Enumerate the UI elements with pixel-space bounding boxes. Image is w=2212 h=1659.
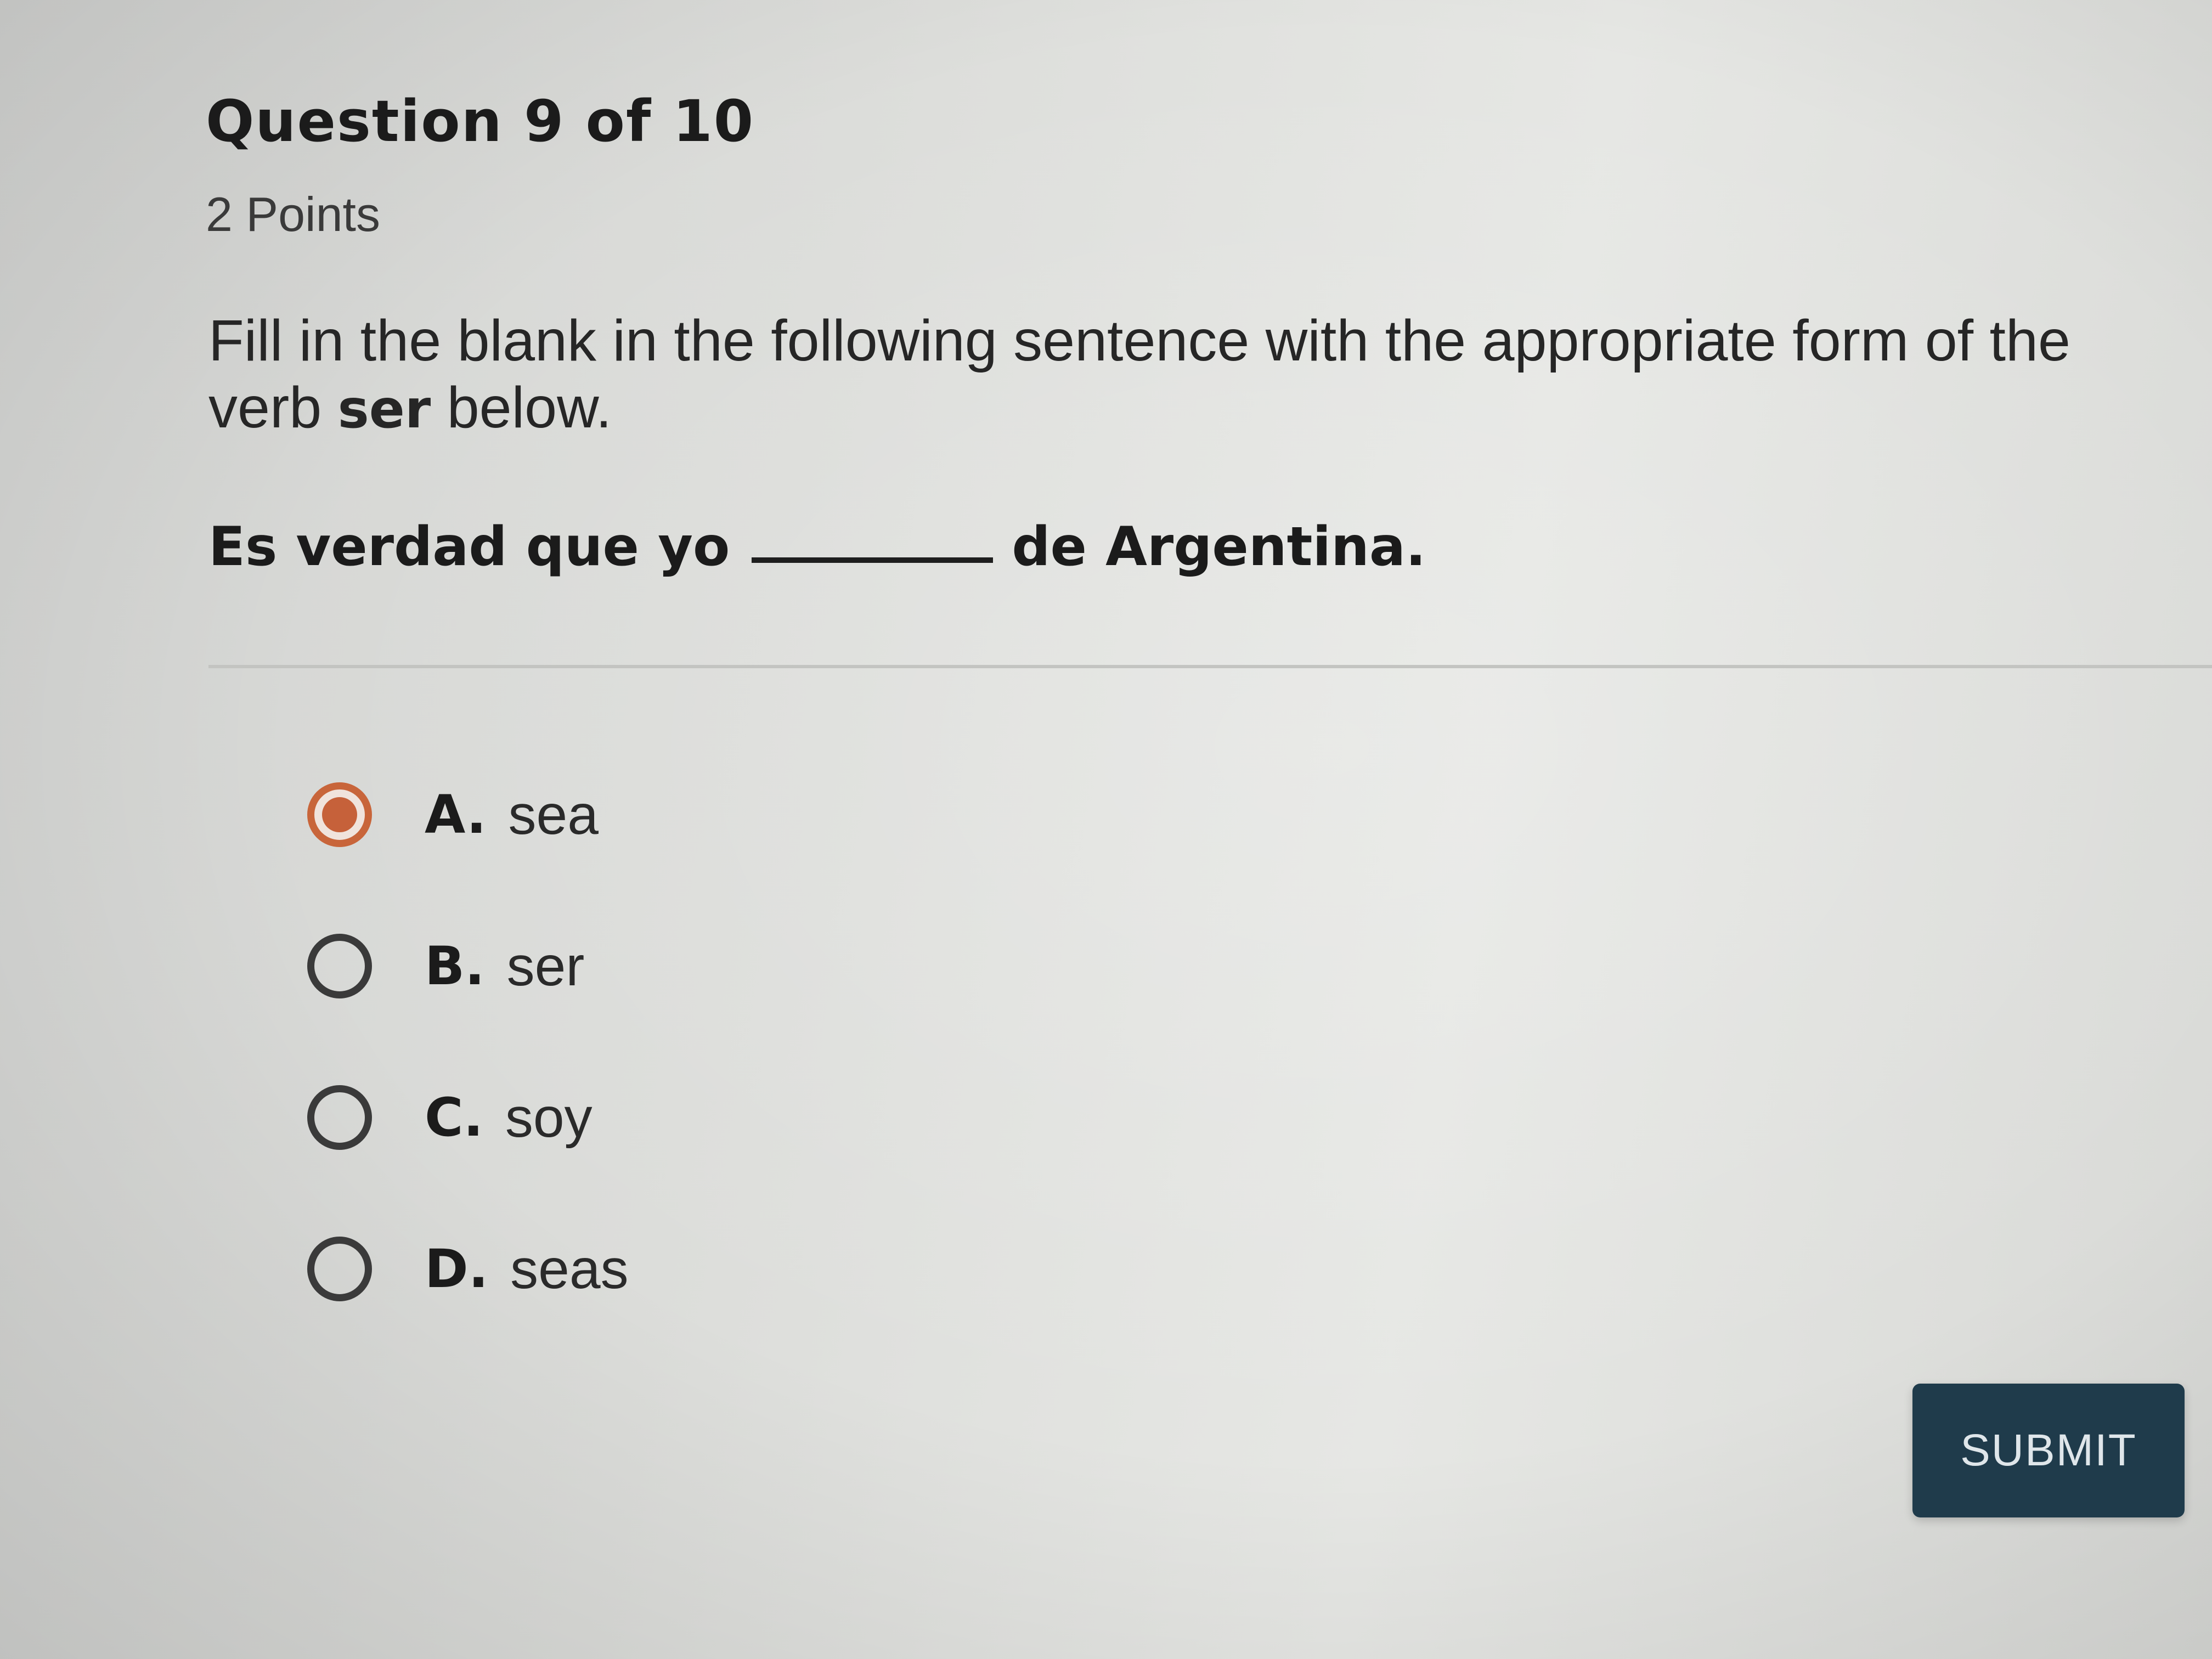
radio-unselected-icon[interactable]	[307, 1085, 372, 1150]
option-d[interactable]: D. seas	[307, 1233, 629, 1305]
instruction-text-end: below.	[431, 375, 612, 440]
option-text: ser	[506, 934, 585, 997]
option-letter: D.	[425, 1238, 489, 1300]
option-letter: A.	[425, 784, 487, 845]
sentence-before-blank: Es verdad que yo	[208, 516, 730, 578]
radio-unselected-icon[interactable]	[307, 1237, 372, 1301]
option-text: sea	[508, 783, 599, 846]
option-text: seas	[510, 1237, 629, 1300]
option-a[interactable]: A. sea	[307, 779, 629, 850]
option-b[interactable]: B. ser	[307, 930, 629, 1002]
radio-selected-icon[interactable]	[307, 782, 372, 847]
instruction-verb: ser	[337, 379, 431, 440]
submit-button[interactable]: SUBMIT	[1912, 1384, 2185, 1517]
answer-blank	[752, 557, 994, 563]
option-text: soy	[505, 1086, 592, 1149]
divider	[208, 665, 2212, 668]
option-c[interactable]: C. soy	[307, 1082, 629, 1153]
radio-unselected-icon[interactable]	[307, 934, 372, 998]
answer-options: A. sea B. ser C. soy D. seas	[307, 779, 629, 1385]
question-sentence: Es verdad que yo de Argentina.	[208, 516, 1426, 578]
question-instruction: Fill in the blank in the following sente…	[208, 307, 2085, 443]
points-label: 2 Points	[206, 187, 380, 241]
question-header: Question 9 of 10	[206, 88, 755, 155]
sentence-after-blank: de Argentina.	[1012, 516, 1426, 578]
option-letter: B.	[425, 935, 485, 997]
option-letter: C.	[425, 1087, 483, 1148]
radio-dot-icon	[322, 797, 357, 832]
